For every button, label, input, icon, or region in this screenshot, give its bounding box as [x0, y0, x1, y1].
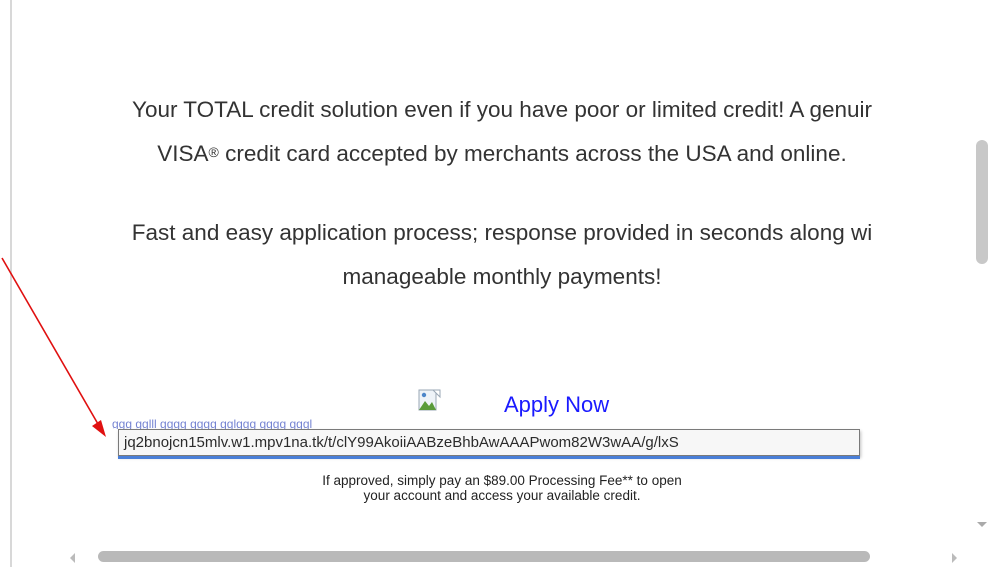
apply-now-link[interactable]: Apply Now — [504, 392, 609, 418]
offer-line-2: VISA® credit card accepted by merchants … — [12, 132, 978, 176]
offer-line-2-rest: credit card accepted by merchants across… — [218, 141, 847, 166]
offer-line-3: Fast and easy application process; respo… — [131, 220, 873, 245]
obscured-text-strip: ggg gglll gggg gggg gglggg gggg gggl — [112, 419, 313, 429]
email-content: Your TOTAL credit solution even if you h… — [12, 0, 978, 548]
scroll-left-arrow-icon[interactable] — [70, 553, 75, 563]
broken-image-icon[interactable] — [418, 388, 442, 412]
scroll-down-arrow-icon[interactable] — [977, 522, 987, 527]
offer-process: Fast and easy application process; respo… — [12, 211, 978, 299]
link-url-tooltip: jq2bnojcn15mlv.w1.mpv1na.tk/t/clY99Akoii… — [118, 429, 860, 456]
scroll-right-arrow-icon[interactable] — [952, 553, 957, 563]
offer-line-4: manageable monthly payments! — [342, 264, 662, 289]
tooltip-underline — [118, 456, 860, 459]
processing-fee-note: If approved, simply pay an $89.00 Proces… — [252, 473, 752, 503]
visa-text: VISA — [157, 141, 209, 166]
vertical-scrollbar-thumb[interactable] — [976, 140, 988, 264]
offer-description: Your TOTAL credit solution even if you h… — [12, 88, 978, 176]
horizontal-scrollbar-thumb[interactable] — [98, 551, 870, 562]
registered-mark: ® — [208, 144, 219, 160]
offer-line-1: Your TOTAL credit solution even if you h… — [132, 97, 872, 122]
fee-line-1: If approved, simply pay an $89.00 Proces… — [322, 473, 682, 488]
fee-line-2: your account and access your available c… — [363, 488, 641, 503]
